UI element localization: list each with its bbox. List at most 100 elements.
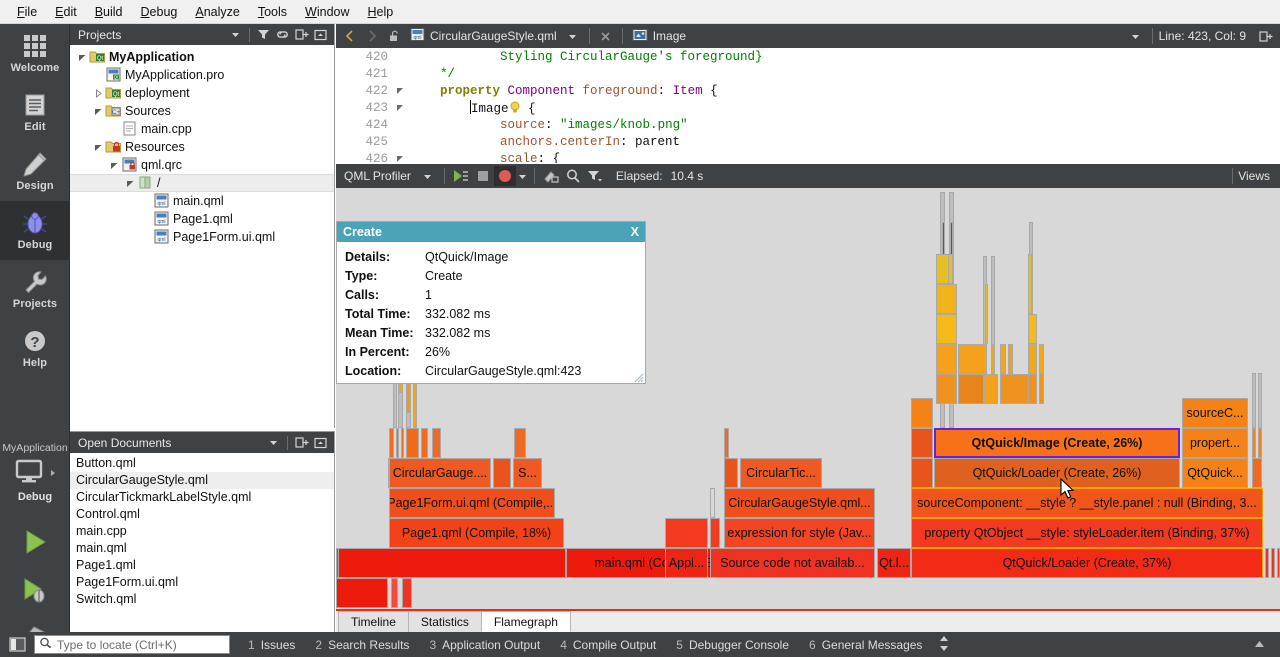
flamegraph-frame[interactable]: Qt.l... bbox=[877, 548, 911, 578]
mode-button-debug[interactable]: Debug bbox=[0, 201, 70, 260]
tab-timeline[interactable]: Timeline bbox=[338, 611, 409, 632]
popup-resize-grip[interactable] bbox=[634, 372, 644, 382]
symbol-selector[interactable]: Image bbox=[629, 28, 689, 45]
flamegraph-frame-narrow[interactable] bbox=[724, 458, 738, 488]
mode-button-welcome[interactable]: Welcome bbox=[0, 24, 70, 83]
close-pane-icon[interactable] bbox=[311, 434, 330, 452]
code-editor[interactable]: 420 Styling CircularGauge's foreground}4… bbox=[336, 48, 1280, 163]
editor-file-selector[interactable]: qml CircularGaugeStyle.qml bbox=[406, 27, 561, 45]
code-line[interactable]: 420 Styling CircularGauge's foreground} bbox=[336, 48, 1280, 65]
menu-item-tools[interactable]: Tools bbox=[249, 1, 296, 23]
code-line[interactable]: 425 anchors.centerIn: parent bbox=[336, 133, 1280, 150]
views-button[interactable]: Views bbox=[1238, 169, 1276, 183]
split-icon[interactable] bbox=[292, 434, 311, 452]
flamegraph-frame-narrow[interactable] bbox=[336, 578, 388, 608]
flamegraph-frame-narrow[interactable] bbox=[936, 374, 957, 404]
tree-item-page1form-ui-qml[interactable]: qmlPage1Form.ui.qml bbox=[70, 228, 334, 246]
tree-item-page1-qml[interactable]: qmlPage1.qml bbox=[70, 210, 334, 228]
code-line[interactable]: 426 scale: { bbox=[336, 150, 1280, 163]
flamegraph-frame-narrow[interactable] bbox=[1028, 344, 1037, 374]
split-editor-icon[interactable] bbox=[1256, 26, 1276, 46]
filter-icon[interactable] bbox=[584, 166, 606, 186]
chevron-down-icon[interactable] bbox=[1126, 26, 1146, 46]
flamegraph-frame[interactable]: expression for style (Jav... bbox=[724, 518, 875, 548]
flamegraph-frame[interactable]: QtQuick/Loader (Create, 26%) bbox=[934, 458, 1180, 488]
tree-item-qml-qrc[interactable]: qml.qrc bbox=[70, 156, 334, 174]
project-tree[interactable]: QtMyApplicationQtMyApplication.proQtdepl… bbox=[70, 45, 334, 246]
flamegraph-frame-narrow[interactable] bbox=[396, 428, 399, 458]
expand-arrow-icon[interactable] bbox=[92, 84, 105, 102]
tab-flamegraph[interactable]: Flamegraph bbox=[481, 611, 571, 632]
open-document-item[interactable]: Page1.qml bbox=[70, 557, 334, 574]
tree-item-[interactable]: / bbox=[70, 174, 334, 192]
open-document-item[interactable]: Control.qml bbox=[70, 506, 334, 523]
open-document-item[interactable]: main.qml bbox=[70, 540, 334, 557]
code-line[interactable]: 423 Image { bbox=[336, 99, 1280, 116]
flamegraph-frame-narrow[interactable] bbox=[336, 548, 339, 578]
flamegraph-frame-narrow[interactable] bbox=[1039, 344, 1044, 374]
collapse-arrow-icon[interactable] bbox=[92, 138, 105, 156]
record-icon[interactable] bbox=[494, 166, 516, 186]
tab-statistics[interactable]: Statistics bbox=[408, 611, 482, 632]
menu-item-debug[interactable]: Debug bbox=[132, 1, 187, 23]
flamegraph-frame-narrow[interactable] bbox=[985, 284, 988, 344]
flamegraph-frame-narrow[interactable] bbox=[911, 398, 933, 428]
menu-item-edit[interactable]: Edit bbox=[46, 1, 86, 23]
open-documents-list[interactable]: Button.qmlCircularGaugeStyle.qmlCircular… bbox=[70, 453, 334, 608]
code-line[interactable]: 424 source: "images/knob.png" bbox=[336, 116, 1280, 133]
unlocked-icon[interactable] bbox=[384, 26, 404, 46]
open-document-item[interactable]: Page1Form.ui.qml bbox=[70, 574, 334, 591]
flamegraph-frame-narrow[interactable] bbox=[665, 518, 708, 548]
flamegraph-frame-narrow[interactable] bbox=[983, 344, 987, 374]
code-line[interactable]: 421 */ bbox=[336, 65, 1280, 82]
collapse-arrow-icon[interactable] bbox=[76, 48, 89, 66]
open-document-item[interactable]: CircularGaugeStyle.qml bbox=[70, 472, 334, 489]
flamegraph-frame-narrow[interactable] bbox=[710, 518, 720, 548]
flamegraph-frame-narrow[interactable] bbox=[710, 488, 715, 518]
flamegraph-frame[interactable]: QtQuick/Loader (Create, 37%) bbox=[911, 548, 1263, 578]
flamegraph-frame[interactable]: Page1.qml (Compile, 18%) bbox=[389, 518, 564, 548]
flamegraph-frame-narrow[interactable] bbox=[1265, 548, 1269, 578]
flamegraph-frame-narrow[interactable] bbox=[1252, 458, 1262, 488]
menu-item-help[interactable]: Help bbox=[359, 1, 403, 23]
menu-item-build[interactable]: Build bbox=[86, 1, 132, 23]
flamegraph-frame-narrow[interactable] bbox=[991, 344, 995, 374]
flamegraph-frame-narrow[interactable] bbox=[948, 254, 953, 284]
flamegraph-frame-narrow[interactable] bbox=[950, 222, 953, 258]
chevron-down-icon[interactable] bbox=[226, 26, 245, 44]
fold-marker-icon[interactable] bbox=[394, 155, 406, 163]
flamegraph-frame[interactable]: Source code not availab... bbox=[710, 548, 875, 578]
tree-item-resources[interactable]: Resources bbox=[70, 138, 334, 156]
start-profiling-icon[interactable] bbox=[450, 166, 472, 186]
open-document-item[interactable]: Button.qml bbox=[70, 455, 334, 472]
flamegraph-frame[interactable]: Appl... bbox=[665, 548, 708, 578]
flamegraph-frame-narrow[interactable] bbox=[336, 548, 566, 578]
flamegraph-frame-narrow[interactable] bbox=[402, 578, 412, 608]
flamegraph-frame[interactable]: Page1Form.ui.qml (Compile,... bbox=[389, 488, 555, 518]
clear-data-icon[interactable] bbox=[540, 166, 562, 186]
close-document-icon[interactable] bbox=[596, 26, 616, 46]
status-output-pane-search-results[interactable]: 2Search Results bbox=[305, 638, 419, 652]
record-options-chevron-icon[interactable] bbox=[516, 166, 529, 186]
flamegraph-frame-narrow[interactable] bbox=[1258, 373, 1262, 428]
status-output-pane-general-messages[interactable]: 6General Messages bbox=[799, 638, 932, 652]
search-icon[interactable] bbox=[562, 166, 584, 186]
flamegraph-frame-narrow[interactable] bbox=[406, 428, 419, 458]
menu-item-window[interactable]: Window bbox=[296, 1, 358, 23]
flamegraph-frame-narrow[interactable] bbox=[493, 458, 511, 488]
open-document-item[interactable]: Switch.qml bbox=[70, 591, 334, 608]
flamegraph-frame[interactable]: CircularTic... bbox=[740, 458, 822, 488]
mode-button-help[interactable]: ?Help bbox=[0, 319, 70, 378]
flamegraph-frame[interactable]: sourceComponent: __style ? __style.panel… bbox=[911, 488, 1263, 518]
flamegraph-frame-narrow[interactable] bbox=[1000, 374, 1030, 404]
flamegraph-frame[interactable]: QtQuick/Image (Create, 26%) bbox=[934, 428, 1180, 458]
back-arrow-icon[interactable] bbox=[340, 26, 360, 46]
sidebar-toggle-icon[interactable] bbox=[6, 636, 28, 653]
close-pane-icon[interactable] bbox=[311, 26, 330, 44]
menu-item-file[interactable]: File bbox=[8, 1, 46, 23]
flamegraph-frame-narrow[interactable] bbox=[911, 428, 933, 458]
collapse-arrow-icon[interactable] bbox=[124, 174, 137, 192]
chevron-down-icon[interactable] bbox=[417, 166, 439, 186]
mode-button-design[interactable]: Design bbox=[0, 142, 70, 201]
tree-item-deployment[interactable]: Qtdeployment bbox=[70, 84, 334, 102]
